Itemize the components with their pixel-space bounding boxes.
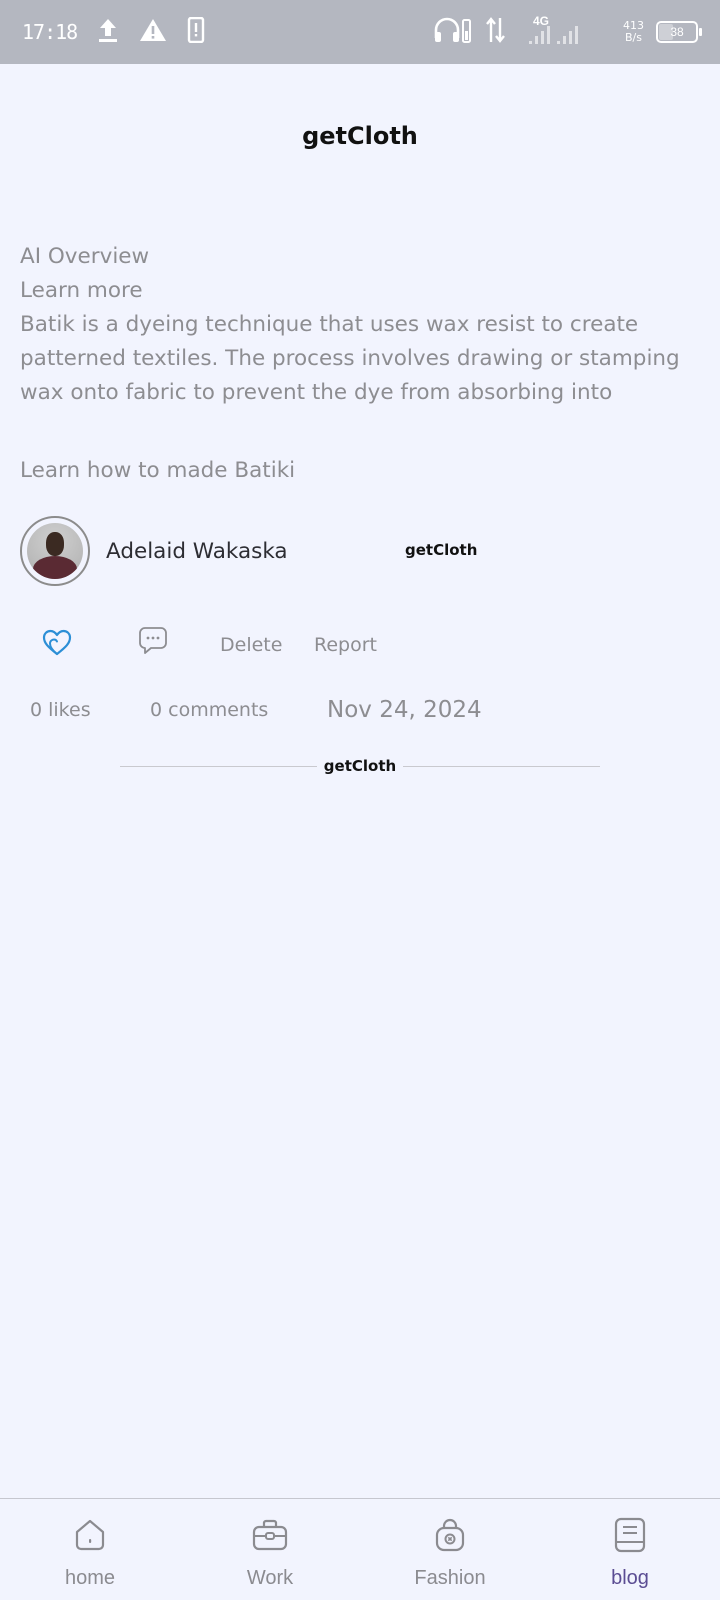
battery-level: 38	[670, 25, 684, 39]
divider-brand: getCloth	[323, 757, 397, 775]
author-name[interactable]: Adelaid Wakaska	[106, 539, 288, 564]
warning-icon	[139, 17, 167, 48]
nav-item-fashion[interactable]: Fashion	[360, 1499, 540, 1600]
report-button[interactable]: Report	[314, 634, 377, 656]
app-title: getCloth	[302, 122, 418, 150]
post-line: Batik is a dyeing technique that uses wa…	[20, 312, 680, 405]
status-time: 17:18	[22, 20, 78, 44]
divider-line-right	[403, 766, 600, 767]
nav-item-blog[interactable]: blog	[540, 1499, 720, 1600]
nav-label-blog: blog	[611, 1567, 649, 1589]
heart-icon	[42, 629, 72, 662]
nav-item-home[interactable]: home	[0, 1499, 180, 1600]
headphones-battery-icon	[433, 16, 473, 49]
likes-count: 0 likes	[30, 699, 91, 721]
shopping-bag-icon	[430, 1515, 470, 1555]
avatar-face	[46, 532, 64, 556]
nav-label-work: Work	[246, 1567, 294, 1589]
nav-label-home: home	[64, 1567, 116, 1589]
phone-alert-icon	[187, 16, 205, 48]
post-content: AI Overview Learn more Batik is a dyeing…	[20, 240, 690, 410]
avatar-image	[27, 523, 83, 579]
upload-icon	[97, 17, 119, 48]
status-bar: 17:18 4G 413 B/s 38	[0, 0, 720, 64]
delete-button[interactable]: Delete	[220, 634, 282, 656]
briefcase-icon	[250, 1515, 290, 1555]
comments-count[interactable]: 0 comments	[150, 699, 268, 721]
post-brand: getCloth	[405, 541, 478, 559]
network-speed: 413 B/s	[623, 19, 644, 44]
comment-button[interactable]	[136, 626, 170, 660]
post-date: Nov 24, 2024	[327, 697, 482, 723]
post-line: Learn more	[20, 278, 143, 303]
comment-icon	[138, 626, 168, 661]
post-title: Learn how to made Batiki	[20, 458, 296, 483]
bottom-navigation: home Work Fashion blog	[0, 1498, 720, 1600]
avatar-body	[33, 556, 77, 579]
nav-item-work[interactable]: Work	[180, 1499, 360, 1600]
post-line: AI Overview	[20, 244, 150, 269]
data-transfer-icon	[485, 16, 507, 49]
nav-label-fashion: Fashion	[414, 1567, 486, 1589]
battery-icon: 38	[656, 21, 702, 43]
author-avatar[interactable]	[20, 516, 90, 586]
book-icon	[610, 1515, 650, 1555]
home-icon	[70, 1515, 110, 1555]
signal-icon: 4G	[519, 14, 611, 46]
like-button[interactable]	[40, 628, 74, 662]
